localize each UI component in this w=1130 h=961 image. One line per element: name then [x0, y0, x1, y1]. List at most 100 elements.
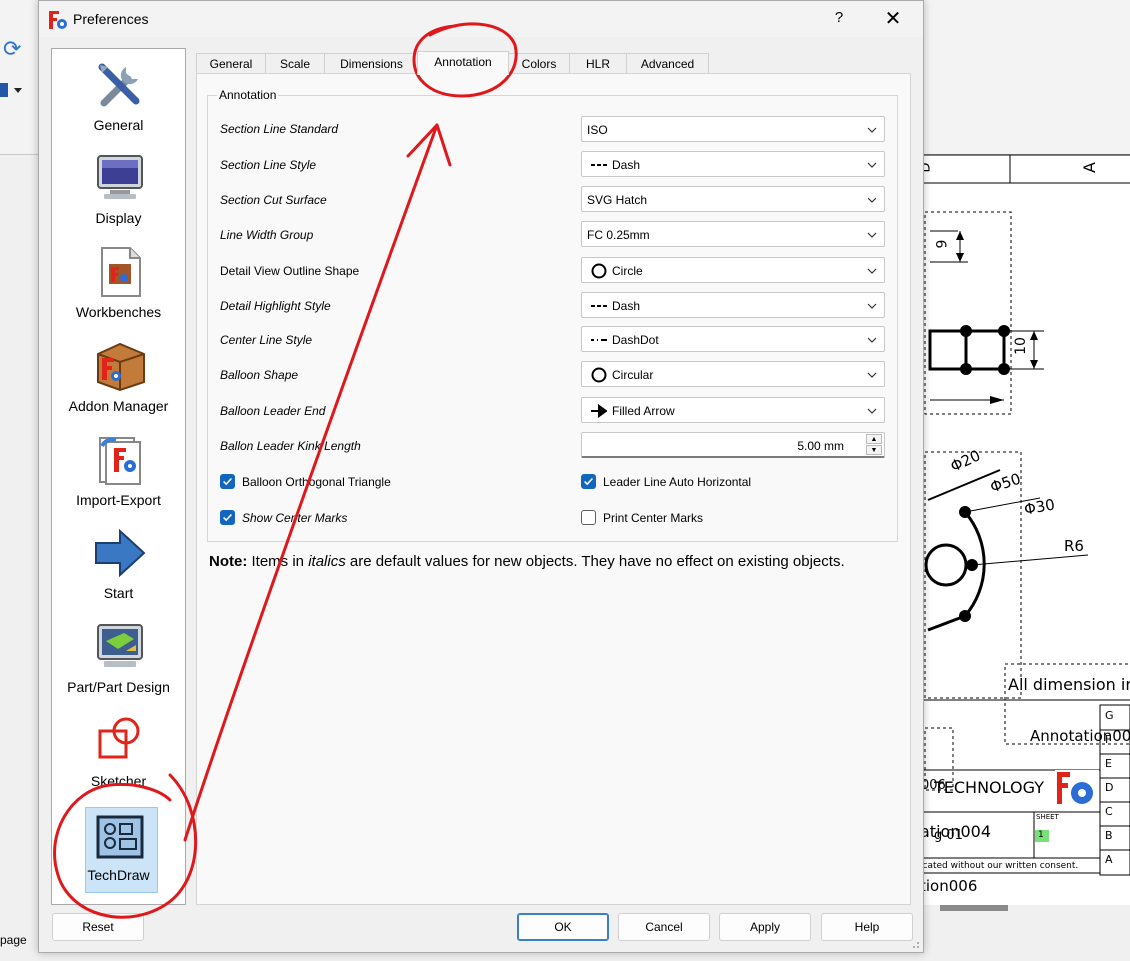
print-center-marks-label[interactable]: Print Center Marks	[603, 511, 703, 525]
drawing-row-g: G	[1105, 709, 1114, 722]
chevron-down-icon	[867, 162, 877, 168]
resize-grip-icon[interactable]	[910, 939, 920, 949]
section-line-style-combo[interactable]: Dash	[581, 151, 885, 177]
tab-annotation[interactable]: Annotation	[417, 51, 509, 75]
kink-length-spinbox[interactable]: 5.00 mm ▲ ▼	[581, 432, 885, 458]
combo-value: ISO	[587, 123, 608, 137]
label-balloon-leader-end: Balloon Leader End	[220, 404, 326, 418]
drawing-row-b: B	[1105, 829, 1113, 842]
chevron-down-icon	[867, 197, 877, 203]
drawing-dim-10: 10	[1012, 337, 1029, 355]
label-line-width-group: Line Width Group	[220, 228, 314, 242]
chevron-down-icon	[867, 372, 877, 378]
label-detail-view-outline-shape: Detail View Outline Shape	[220, 264, 360, 278]
tab-hlr[interactable]: HLR	[569, 53, 627, 74]
detail-view-outline-shape-combo[interactable]: Circle	[581, 257, 885, 283]
dashdot-line-icon	[591, 339, 607, 341]
sidebar-item-techdraw[interactable]: TechDraw	[52, 807, 185, 895]
balloon-orthogonal-triangle-label[interactable]: Balloon Orthogonal Triangle	[242, 475, 391, 489]
arrow-right-icon	[95, 528, 146, 578]
preferences-sidebar: General Display Workbenches Addon Manage…	[51, 48, 186, 905]
sketcher-icon	[98, 717, 140, 759]
drawing-row-e: E	[1105, 757, 1112, 770]
sidebar-label-part-design: Part/Part Design	[67, 679, 170, 695]
sidebar-item-display[interactable]: Display	[52, 152, 185, 238]
tab-scale[interactable]: Scale	[265, 53, 325, 74]
combo-value: FC 0.25mm	[587, 228, 650, 242]
balloon-shape-combo[interactable]: Circular	[581, 361, 885, 387]
line-width-group-combo[interactable]: FC 0.25mm	[581, 221, 885, 247]
label-section-line-style: Section Line Style	[220, 158, 317, 172]
sidebar-item-start[interactable]: Start	[52, 527, 185, 613]
note-bold: Note:	[209, 553, 248, 570]
checkmark-icon	[223, 513, 232, 522]
sidebar-label-addon-manager: Addon Manager	[68, 398, 169, 414]
chevron-down-icon	[867, 408, 877, 414]
drawing-dim-9: 9	[934, 239, 951, 249]
leader-line-auto-horizontal-label[interactable]: Leader Line Auto Horizontal	[603, 475, 751, 489]
tab-general[interactable]: General	[196, 53, 266, 74]
techdraw-icon	[96, 815, 144, 859]
ok-button[interactable]: OK	[517, 913, 609, 941]
reset-button[interactable]: Reset	[52, 913, 144, 941]
combo-value: DashDot	[612, 333, 659, 347]
sidebar-item-general[interactable]: General	[52, 59, 185, 145]
drawing-legal-text: icated without our written consent.	[920, 861, 1079, 871]
apply-button[interactable]: Apply	[719, 913, 811, 941]
show-center-marks-label[interactable]: Show Center Marks	[242, 511, 347, 525]
sidebar-label-sketcher: Sketcher	[90, 773, 147, 789]
sidebar-item-addon-manager[interactable]: Addon Manager	[52, 340, 185, 426]
leader-line-auto-horizontal-checkbox[interactable]	[581, 474, 596, 489]
section-cut-surface-combo[interactable]: SVG Hatch	[581, 186, 885, 212]
show-center-marks-checkbox[interactable]	[220, 510, 235, 525]
drawing-company: TECHNOLOGY	[934, 778, 1044, 797]
preferences-dialog: Preferences ? ✕ General Display Workbenc…	[38, 0, 924, 953]
filled-arrow-icon	[591, 404, 607, 418]
chevron-down-icon	[867, 303, 877, 309]
print-center-marks-checkbox[interactable]	[581, 510, 596, 525]
spin-down-button[interactable]: ▼	[866, 445, 882, 455]
tools-icon	[98, 63, 140, 107]
drawing-note-text: All dimension in	[1008, 675, 1130, 694]
workbench-icon	[101, 247, 141, 297]
detail-highlight-style-combo[interactable]: Dash	[581, 292, 885, 318]
label-balloon-shape: Balloon Shape	[220, 368, 299, 382]
combo-value: Dash	[612, 158, 641, 172]
annotation-tab-panel: Annotation Section Line Standard Section…	[196, 73, 911, 905]
note-italic: italics	[308, 553, 346, 570]
tab-dimensions[interactable]: Dimensions	[324, 53, 419, 74]
center-line-style-combo[interactable]: DashDot	[581, 326, 885, 352]
circle-icon	[591, 367, 607, 383]
spin-up-button[interactable]: ▲	[866, 434, 882, 444]
cancel-button[interactable]: Cancel	[618, 913, 710, 941]
dialog-titlebar[interactable]: Preferences ? ✕	[39, 1, 923, 37]
close-button[interactable]: ✕	[881, 6, 905, 31]
sidebar-item-part-design[interactable]: Part/Part Design	[52, 621, 185, 707]
balloon-leader-end-combo[interactable]: Filled Arrow	[581, 397, 885, 423]
part-design-icon	[97, 624, 143, 667]
section-line-standard-combo[interactable]: ISO	[581, 116, 885, 142]
spinbox-value: 5.00 mm	[797, 439, 844, 453]
sidebar-item-import-export[interactable]: Import-Export	[52, 434, 185, 520]
sidebar-label-techdraw: TechDraw	[87, 867, 150, 883]
sidebar-label-start: Start	[103, 585, 134, 601]
drawing-title-partial-4: 006	[921, 778, 946, 793]
combo-value: Circle	[612, 264, 643, 278]
tab-colors[interactable]: Colors	[508, 53, 570, 74]
balloon-orthogonal-triangle-checkbox[interactable]	[220, 474, 235, 489]
help-title-button[interactable]: ?	[829, 9, 849, 26]
drawing-column-letter: A	[1079, 162, 1099, 173]
tab-advanced[interactable]: Advanced	[626, 53, 709, 74]
monitor-icon	[97, 155, 143, 199]
drawing-row-c: C	[1105, 805, 1113, 818]
drawing-dim-r6: R6	[1064, 537, 1084, 555]
sidebar-item-sketcher[interactable]: Sketcher	[52, 715, 185, 801]
drawing-annotation-label: Annotation00	[1030, 727, 1130, 745]
note-post: are default values for new objects. They…	[345, 553, 845, 570]
circle-icon	[591, 263, 607, 279]
drawing-row-f: F	[1105, 733, 1112, 746]
label-section-line-standard: Section Line Standard	[220, 122, 339, 136]
sidebar-label-workbenches: Workbenches	[75, 304, 162, 320]
sidebar-item-workbenches[interactable]: Workbenches	[52, 246, 185, 332]
help-button[interactable]: Help	[821, 913, 913, 941]
